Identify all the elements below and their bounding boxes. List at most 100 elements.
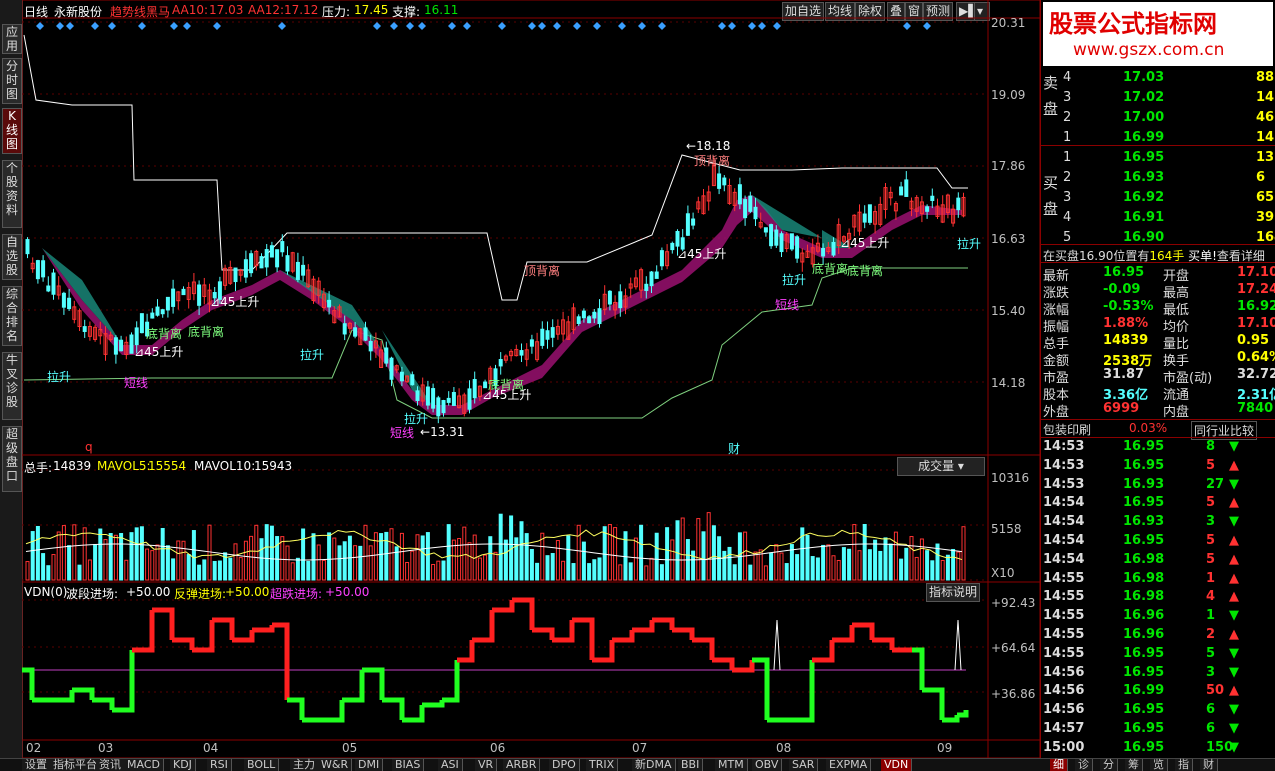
tick-price: 16.95 (1123, 702, 1165, 718)
quote-tab[interactable]: 览 (1150, 759, 1168, 771)
indicator-tab[interactable]: DMI (355, 759, 384, 771)
volume-bar (831, 555, 836, 581)
indicator-tab[interactable]: EXPMA (826, 759, 872, 771)
buy-price: 16.93 (1123, 170, 1165, 185)
volume-bar (498, 513, 503, 581)
signal-marker (658, 22, 666, 30)
candle-body (743, 199, 748, 219)
quote-tab[interactable]: 指 (1175, 759, 1193, 771)
signal-marker (528, 22, 536, 30)
quote-tab[interactable]: 分 (1100, 759, 1118, 771)
price-tick: 16.63 (991, 232, 1026, 246)
indicator-tab[interactable]: 主力 (290, 759, 319, 771)
indicator-tab[interactable]: OBV (752, 759, 783, 771)
vdn-segment (712, 657, 735, 670)
indicator-tab[interactable]: RSI (207, 759, 232, 771)
tab-intraday[interactable]: 分时图 (2, 58, 22, 104)
arrow-down-icon: ▼ (1229, 514, 1239, 530)
volume-bar (633, 537, 638, 581)
volume-bar (493, 551, 498, 581)
tab-ranking[interactable]: 综合排名 (2, 286, 22, 346)
indicator-tab[interactable]: MACD (124, 759, 164, 771)
tab-stock-info[interactable]: 个股资料 (2, 160, 22, 228)
volume-bar (535, 562, 540, 581)
tick-price: 16.95 (1123, 739, 1165, 755)
signal-marker (903, 22, 911, 30)
quote-tab[interactable]: 诊 (1075, 759, 1093, 771)
event-marker-finance[interactable]: 财 (728, 440, 740, 457)
volume-bar (483, 554, 488, 581)
candle-body (25, 239, 30, 255)
tab-kline[interactable]: K线图 (2, 108, 22, 154)
volume-bar (212, 560, 217, 581)
tick-time: 14:54 (1043, 551, 1085, 567)
indicator-tab[interactable]: BOLL (244, 759, 280, 771)
vdn-segment (552, 620, 575, 643)
quote-tab[interactable]: 财 (1200, 759, 1218, 771)
volume-bar (477, 557, 482, 581)
volume-bar (399, 532, 404, 581)
month-tick: 05 (342, 741, 358, 755)
volume-bar (701, 531, 706, 581)
volume-bar (639, 524, 644, 581)
indicator-tab[interactable]: 设置 (22, 759, 51, 771)
industry-name[interactable]: 包装印刷 (1043, 421, 1091, 438)
volume-indicator-select[interactable]: 成交量 ▾ (897, 457, 985, 476)
indicator-tab[interactable]: VR (475, 759, 498, 771)
tab-apps[interactable]: 应用 (2, 24, 22, 54)
indicator-tab[interactable]: ARBR (503, 759, 541, 771)
volume-bar (540, 532, 545, 581)
indicator-tab[interactable]: BIAS (392, 759, 425, 771)
pull-up-label: 拉升 (47, 370, 72, 384)
indicator-tab[interactable]: SAR (789, 759, 819, 771)
vdn-segment (422, 700, 445, 708)
tab-watchlist[interactable]: 自选股 (2, 234, 22, 280)
chart-area[interactable]: 日线 永新股份 趋势线黑马 AA10: 17.03 AA12: 17.12 压力… (22, 0, 1040, 758)
vdn-oversold-label: 超跌进场: (270, 587, 323, 601)
vdn-segment (457, 640, 475, 663)
volume-bar (415, 534, 420, 581)
tab-diagnose[interactable]: 牛叉诊股 (2, 352, 22, 420)
sell-price: 17.00 (1123, 110, 1165, 125)
candle-body (275, 249, 280, 268)
candle-body (763, 227, 768, 233)
indicator-tab[interactable]: VDN (881, 759, 913, 771)
indicator-tab[interactable]: 指标平台 (50, 759, 101, 771)
indicator-tab[interactable]: MTM (715, 759, 748, 771)
indicator-tab[interactable]: KDJ (170, 759, 196, 771)
tick-time: 14:55 (1043, 589, 1085, 605)
indicator-tab[interactable]: W&R (318, 759, 353, 771)
tick-price: 16.98 (1123, 551, 1165, 567)
indicator-tab[interactable]: ASI (438, 759, 463, 771)
volume-tick: 10316 (991, 471, 1030, 485)
quote-tab[interactable]: 筹 (1125, 759, 1143, 771)
indicator-tab[interactable]: DPO (549, 759, 580, 771)
view-detail-link[interactable]: 查看详细 (1217, 249, 1265, 263)
indicator-tab-bar: 设置 指标平台 资讯 MACD KDJ RSI BOLL 主力 W&R DMI BIAS ASI VR A… (0, 758, 1275, 771)
arrow-down-icon: ▼ (1229, 645, 1239, 661)
candle-body (425, 386, 430, 406)
indicator-tab[interactable]: BBI (678, 759, 704, 771)
candle-body (129, 334, 134, 354)
volume-bar (405, 561, 410, 581)
volume-bar (904, 547, 909, 581)
signal-marker (183, 22, 191, 30)
candle-body (618, 291, 623, 309)
indicator-tab[interactable]: TRIX (586, 759, 619, 771)
indicator-help-button[interactable]: 指标说明 (926, 583, 981, 602)
tick-time: 14:54 (1043, 514, 1085, 530)
vdn-segment (442, 660, 460, 703)
indicator-tab[interactable]: 新DMA (632, 759, 676, 771)
quote-tab[interactable]: 细 (1050, 759, 1068, 771)
arrow-down-icon: ▼ (1229, 721, 1239, 736)
tick-time: 14:55 (1043, 570, 1085, 586)
volume-bar (306, 560, 311, 581)
sell-level: 4 (1063, 70, 1072, 85)
volume-total-label: 总手: (24, 461, 53, 475)
volume-bar (550, 553, 555, 581)
indicator-tab[interactable]: 资讯 (96, 759, 125, 771)
vdn-segment (492, 600, 515, 613)
tab-super-panel[interactable]: 超级盘口 (2, 426, 22, 492)
logo-text: 股票公式指标网 (1049, 10, 1217, 38)
pull-up-label: 拉升 (300, 348, 325, 362)
